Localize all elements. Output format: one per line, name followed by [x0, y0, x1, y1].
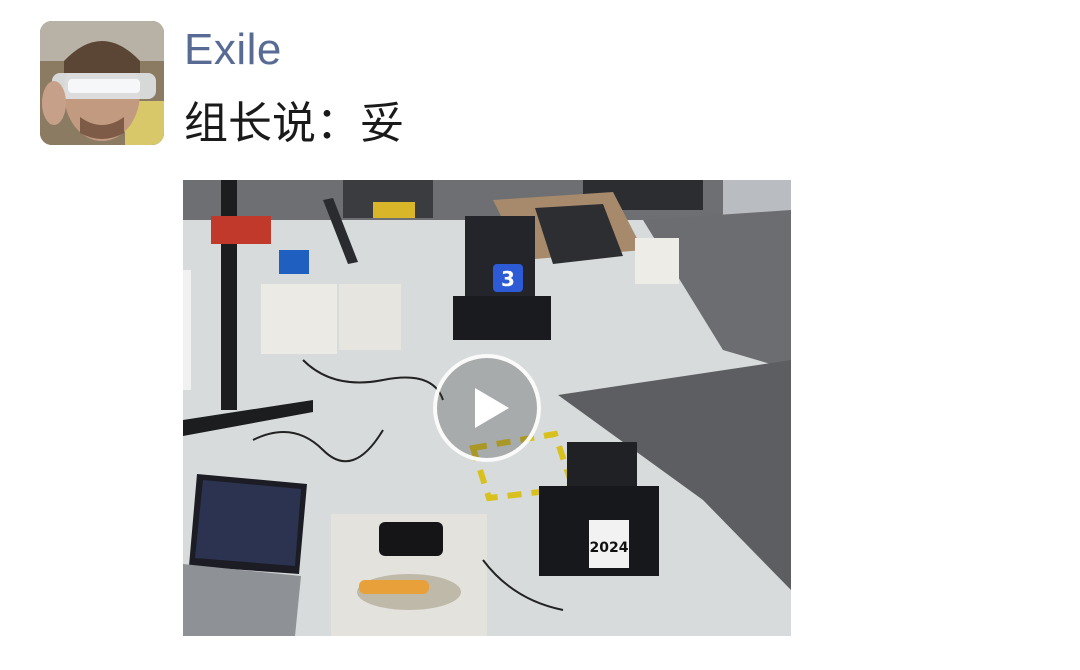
moment-post: Exile 组长说：妥 3 2024	[0, 0, 1080, 670]
video-thumbnail[interactable]: 3 2024	[183, 180, 791, 636]
play-icon	[475, 388, 509, 428]
avatar[interactable]	[40, 21, 164, 145]
robot-label: 2024	[590, 540, 629, 556]
username[interactable]: Exile	[184, 22, 282, 78]
avatar-image	[40, 21, 164, 145]
robot-number: 3	[501, 267, 515, 291]
post-text: 组长说：妥	[184, 98, 404, 149]
play-button[interactable]	[433, 354, 541, 462]
